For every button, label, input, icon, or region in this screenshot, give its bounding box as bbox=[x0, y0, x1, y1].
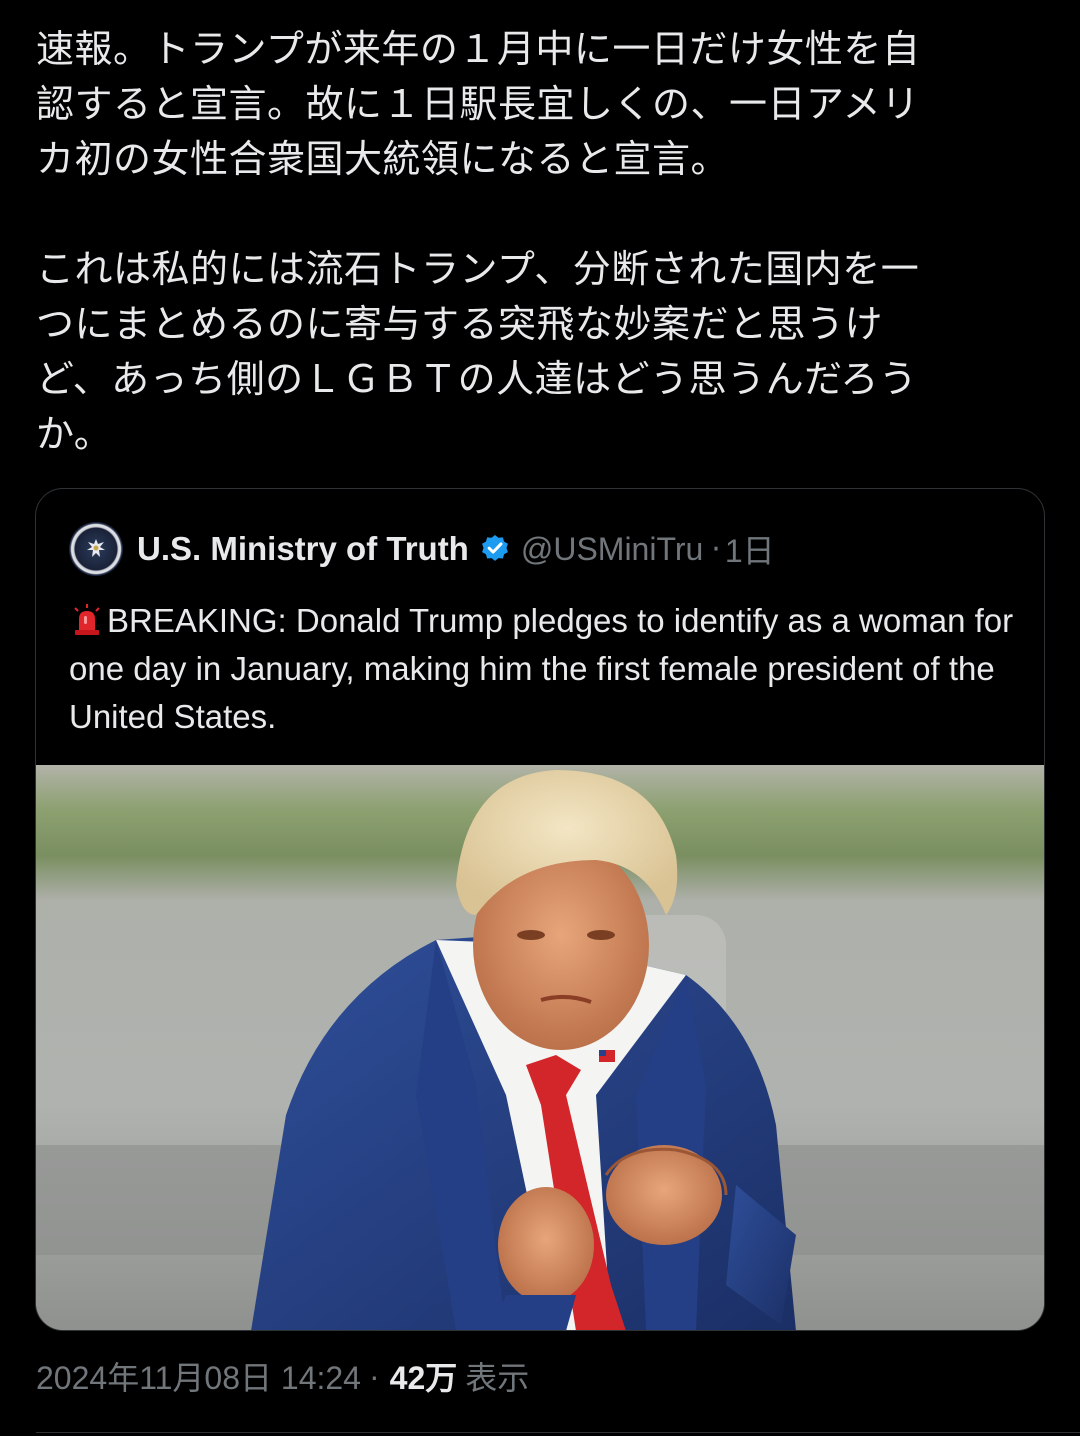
tweet-paragraph-2: これは私的には流石トランプ、分断された国内を一 つにまとめるのに寄与する突飛な妙… bbox=[36, 242, 1046, 462]
views-count[interactable]: 42万 bbox=[390, 1353, 458, 1399]
quoted-author-handle[interactable]: @USMiniTru bbox=[521, 531, 703, 568]
photo-illustration bbox=[36, 765, 1044, 1330]
eagle-icon bbox=[87, 539, 105, 557]
quoted-body-text: BREAKING: Donald Trump pledges to identi… bbox=[69, 602, 1014, 735]
quoted-tweet-photo[interactable] bbox=[36, 765, 1044, 1330]
views-label: 表示 bbox=[465, 1360, 530, 1396]
tweet-line: これは私的には流石トランプ、分断された国内を一 bbox=[36, 247, 920, 291]
tweet-paragraph-1: 速報。トランプが来年の１月中に一日だけ女性を自 認すると宣言。故に１日駅長宜しく… bbox=[36, 22, 1046, 187]
siren-icon bbox=[74, 604, 100, 635]
tweet-detail: 速報。トランプが来年の１月中に一日だけ女性を自 認すると宣言。故に１日駅長宜しく… bbox=[0, 0, 1080, 1436]
divider bbox=[36, 1432, 1080, 1433]
ministry-seal-icon[interactable] bbox=[69, 522, 123, 576]
tweet-line: 速報。トランプが来年の１月中に一日だけ女性を自 bbox=[36, 27, 921, 71]
tweet-line: 認すると宣言。故に１日駅長宜しくの、一日アメリ bbox=[36, 82, 920, 126]
separator-dot: · bbox=[711, 531, 721, 567]
quoted-tweet-text: BREAKING: Donald Trump pledges to identi… bbox=[69, 597, 1019, 741]
quoted-tweet-time[interactable]: 1日 bbox=[725, 526, 775, 572]
quoted-tweet-card[interactable]: U.S. Ministry of Truth @USMiniTru · 1日 B… bbox=[35, 488, 1045, 1331]
tweet-meta: 2024年11月08日 14:24 · 42万 表示 bbox=[36, 1352, 529, 1400]
tweet-text: 速報。トランプが来年の１月中に一日だけ女性を自 認すると宣言。故に１日駅長宜しく… bbox=[36, 22, 1046, 462]
quoted-author-name[interactable]: U.S. Ministry of Truth bbox=[137, 530, 469, 568]
tweet-line: ど、あっち側のＬＧＢＴの人達はどう思うんだろう bbox=[36, 357, 918, 401]
tweet-timestamp[interactable]: 2024年11月08日 14:24 bbox=[36, 1353, 361, 1399]
tweet-line: か。 bbox=[36, 412, 113, 456]
quoted-tweet-header: U.S. Ministry of Truth @USMiniTru · 1日 bbox=[69, 521, 775, 577]
tweet-line: つにまとめるのに寄与する突飛な妙案だと思うけ bbox=[36, 302, 884, 346]
separator-dot: · bbox=[368, 1357, 380, 1394]
verified-badge-icon bbox=[481, 535, 508, 561]
tweet-line: カ初の女性合衆国大統領になると宣言。 bbox=[36, 137, 730, 181]
